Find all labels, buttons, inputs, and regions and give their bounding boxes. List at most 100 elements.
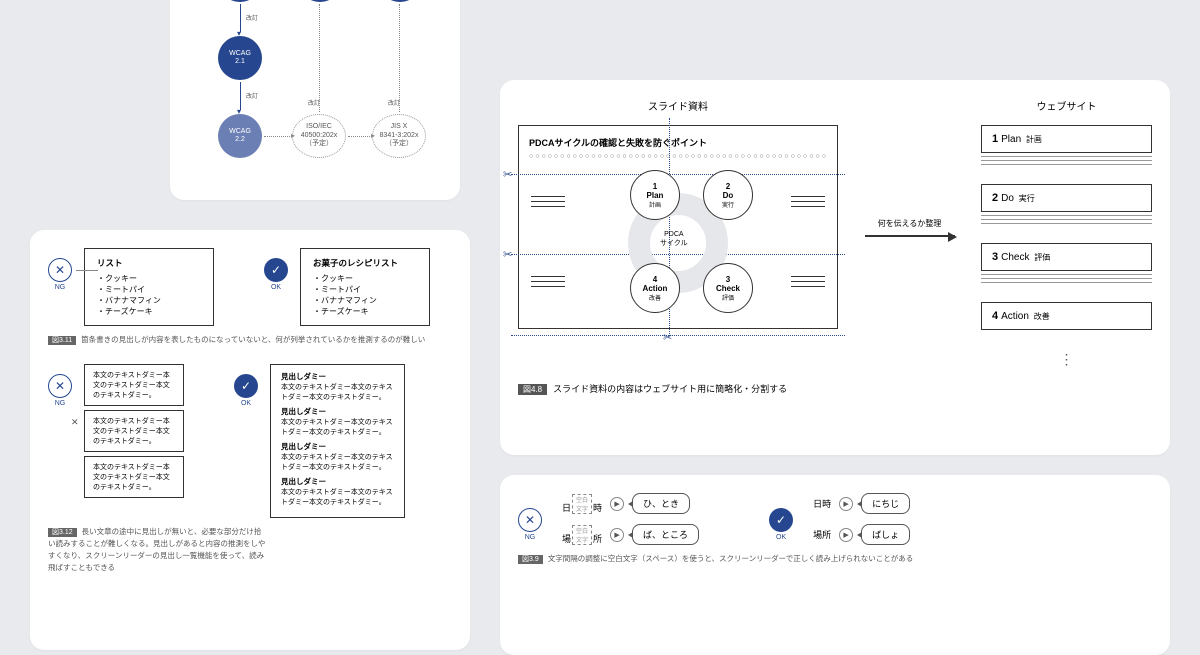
ng-list: クッキー ミートパイ バナナマフィン チーズケーキ [97,273,201,317]
check-icon: ✓ [769,508,793,532]
fig-label: 図3.9 [518,555,543,564]
kaitei-label: 改訂 [246,13,258,22]
num: 1 [992,133,998,145]
example-2: ✕ NG 本文のテキストダミー本文のテキストダミー本文のテキストダミー。 本文の… [48,364,452,518]
pdca-en: Do [723,191,734,200]
ng-list-title: リスト [97,257,201,269]
line [981,274,1152,275]
wcag-diagram-card: WCAG2.0 ISO/IEC40500:2012 JIS X8341-3:20… [170,0,460,200]
wcag20-circle: WCAG2.0 [218,0,262,2]
ng-badge-wrap: ✕ NG [48,248,72,291]
pdca-jp: 実行 [722,200,734,209]
pdca-en: Plan [647,191,664,200]
kaitei-label: 改訂 [246,91,258,100]
ok-list-title: お菓子のレシピリスト [313,257,417,269]
ng-badge-wrap: ✕ NG [48,364,72,407]
line [981,156,1152,157]
label: 日空白文字時 [562,494,602,514]
reading-bubble: ひ、とき [632,493,690,514]
ok-sections: 見出しダミー本文のテキストダミー本文のテキストダミー本文のテキストダミー。 見出… [270,364,405,518]
arrow-line [865,235,955,237]
pdca-action: 4Action改善 [630,263,680,313]
dotted-v [319,4,320,112]
fig-label: 図3.11 [48,336,76,345]
web-item-plan: 1Plan 計画 [981,125,1152,153]
pdca-center-label: PDCAサイクル [660,230,688,248]
ok-label: OK [271,284,281,291]
caption-text: スライド資料の内容はウェブサイト用に簡略化・分割する [553,384,787,394]
fig-label: 図4.8 [518,384,547,395]
iso2012-circle: ISO/IEC40500:2012 [298,0,342,2]
en: Plan [1001,134,1021,145]
ok-para: 本文のテキストダミー本文のテキストダミー本文のテキストダミー。 [281,487,394,507]
line [981,215,1152,216]
arrow-h [264,136,290,137]
num: 4 [992,310,998,322]
pdca-num: 4 [653,275,657,284]
arrow-v [240,82,241,110]
pdca-jp: 改善 [649,293,661,302]
pdca-plan: 1Plan計画 [630,170,680,220]
scissor-icon: ✂ [503,248,512,261]
play-icon: ▶ [610,528,624,542]
list-item: クッキー [313,273,417,284]
pdca-jp: 評価 [722,293,734,302]
text-placeholder [791,276,825,291]
pdca-num: 3 [726,275,730,284]
jp: 改善 [1034,312,1050,321]
pdca-en: Check [716,284,740,293]
spacing-row: ✕ NG 日空白文字時 ▶ ひ、とき 場空白文字所 ▶ ば、ところ ✓ OK 日… [518,493,1152,545]
pdca-num: 1 [653,182,657,191]
ng-list-box: リスト クッキー ミートパイ バナナマフィン チーズケーキ [84,248,214,326]
ok-heading: 見出しダミー [281,476,394,487]
web-item-do: 2Do 実行 [981,184,1152,212]
caption-text: 長い文章の途中に見出しが無いと、必要な部分だけ拾い読みすることが難しくなる。見出… [48,527,265,572]
slide-title: PDCAサイクルの確認と失敗を防ぐポイント [529,136,827,149]
text-placeholder [791,196,825,211]
web-section-title: ウェブサイト [981,98,1152,113]
num: 3 [992,251,998,263]
fig-label: 図3.12 [48,528,77,537]
list-item: ミートパイ [97,284,201,295]
jp: 評価 [1034,253,1050,262]
ok-list-box: お菓子のレシピリスト クッキー ミートパイ バナナマフィン チーズケーキ [300,248,430,326]
ok-item: 場所 ▶ ばしょ [813,524,910,545]
arrow-h [348,136,370,137]
play-icon: ▶ [610,497,624,511]
line [981,219,1152,220]
close-icon: ✕ [48,258,72,282]
space-indicator: 空白文字 [572,525,592,545]
ng-para: 本文のテキストダミー本文のテキストダミー本文のテキストダミー。 [84,364,184,406]
caption-4: 図3.9文字間隔の調整に空白文字（スペース）を使うと、スクリーンリーダーで正しく… [518,553,1152,565]
slide-subtitle: ○○○○○○○○○○○○○○○○○○○○○○○○○○○○○○○○○○○○○○○○… [529,153,827,160]
num: 2 [992,192,998,204]
vertical-dots-icon: ⋮ [981,351,1152,368]
ok-group: 日時 ▶ にちじ 場所 ▶ ばしょ [813,493,910,545]
list-item: チーズケーキ [313,306,417,317]
ng-paragraphs: 本文のテキストダミー本文のテキストダミー本文のテキストダミー。 本文のテキストダ… [84,364,184,498]
web-area: ウェブサイト 1Plan 計画 2Do 実行 3Check 評価 4Action… [981,98,1152,368]
ng-label: NG [525,534,536,541]
label: 場所 [813,528,831,541]
space-indicator: 空白文字 [572,494,592,514]
ok-para: 本文のテキストダミー本文のテキストダミー本文のテキストダミー。 [281,382,394,402]
jis2016-circle: JIS X8341-3:2016 [378,0,422,2]
ok-para: 本文のテキストダミー本文のテキストダミー本文のテキストダミー。 [281,417,394,437]
pdca-ring: PDCAサイクル 1Plan計画 2Do実行 3Check評価 4Action改… [588,168,768,318]
play-icon: ▶ [839,528,853,542]
caption-text: 箇条書きの見出しが内容を表したものになっていないと、何が列挙されているかを推測す… [81,335,425,344]
en: Check [1001,252,1029,263]
arrow-label: 何を伝えるか整理 [878,218,942,229]
ok-heading: 見出しダミー [281,371,394,382]
jis202x-circle: JIS X8341-3:202x（予定） [372,114,426,158]
wcag22-circle: WCAG2.2 [218,114,262,158]
list-item: ミートパイ [313,284,417,295]
jp: 実行 [1019,194,1035,203]
caption-1: 図3.11 箇条書きの見出しが内容を表したものになっていないと、何が列挙されている… [48,334,452,346]
ng-group: 日空白文字時 ▶ ひ、とき 場空白文字所 ▶ ば、ところ [562,493,699,545]
pdca-do: 2Do実行 [703,170,753,220]
reading-bubble: にちじ [861,493,910,514]
close-icon: ✕ [48,374,72,398]
list-item: チーズケーキ [97,306,201,317]
line [981,160,1152,161]
